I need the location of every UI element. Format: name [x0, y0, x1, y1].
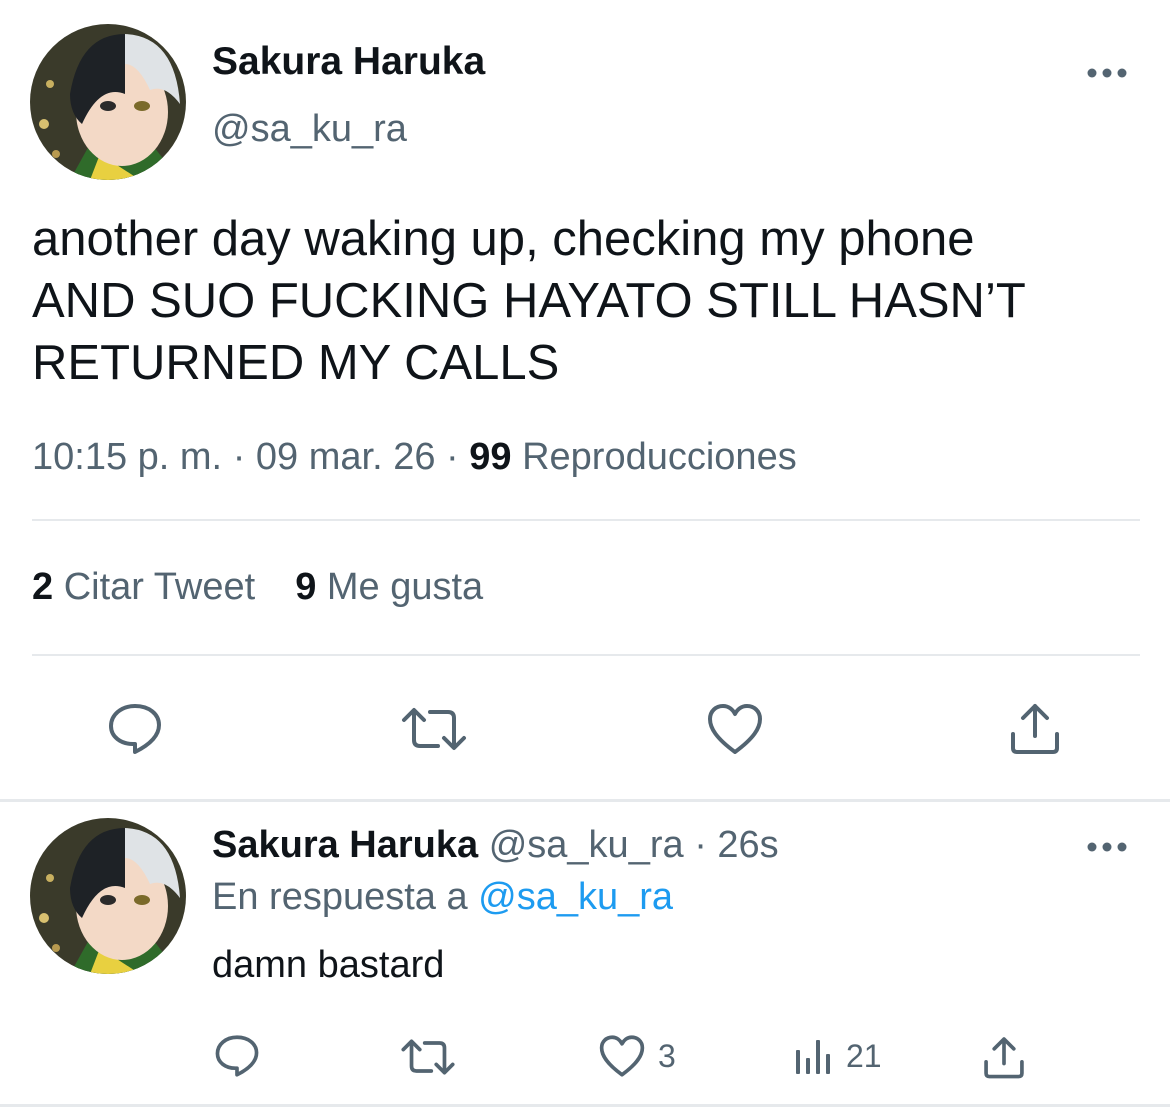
share-icon [984, 1037, 1024, 1079]
reply-button[interactable] [107, 702, 163, 756]
replying-to-label: En respuesta a [212, 876, 468, 918]
quote-label: Citar Tweet [63, 566, 256, 608]
avatar-image [30, 24, 186, 180]
reply-text: damn bastard [212, 944, 445, 986]
like-button[interactable] [706, 702, 764, 756]
share-button[interactable] [982, 1034, 1026, 1080]
tweet-date[interactable]: 09 mar. 26 [256, 436, 436, 478]
tweet-separator [0, 799, 1170, 802]
tweet-text-line: RETURNED MY CALLS [32, 336, 560, 390]
header-separator: · [694, 824, 707, 866]
tweet-stats: 2 Citar Tweet 9 Me gusta [32, 566, 483, 609]
tweet-text: another day waking up, checking my phone… [32, 208, 1152, 394]
views-label: Reproducciones [522, 436, 797, 478]
author-name[interactable]: Sakura Haruka [212, 40, 485, 84]
like-button[interactable]: 3 [598, 1034, 676, 1078]
more-icon [1087, 68, 1127, 78]
like-count: 3 [658, 1037, 676, 1074]
author-name[interactable]: Sakura Haruka [212, 824, 478, 866]
more-options-button[interactable] [1086, 840, 1128, 859]
avatar[interactable] [30, 818, 186, 974]
retweet-icon [401, 1039, 455, 1075]
views-count: 99 [469, 436, 512, 478]
more-options-button[interactable] [1086, 66, 1128, 85]
divider [32, 654, 1140, 656]
replying-to: En respuesta a @sa_ku_ra [212, 876, 673, 919]
heart-icon [599, 1035, 645, 1077]
tweet-text-line: another day waking up, checking my phone [32, 212, 975, 266]
tweet-text-line: AND SUO FUCKING HAYATO STILL HASN’T [32, 274, 1026, 328]
reply-button[interactable] [214, 1034, 260, 1078]
divider [32, 519, 1140, 521]
avatar[interactable] [30, 24, 186, 180]
avatar-image [30, 818, 186, 974]
retweet-button[interactable] [400, 706, 468, 752]
replying-to-handle[interactable]: @sa_ku_ra [478, 876, 673, 918]
heart-icon [708, 704, 762, 754]
views-icon [796, 1040, 830, 1074]
meta-separator: · [232, 436, 246, 478]
like-count: 9 [295, 566, 317, 608]
author-handle[interactable]: @sa_ku_ra [489, 824, 684, 866]
tweet-time[interactable]: 10:15 p. m. [32, 436, 222, 478]
like-label: Me gusta [326, 566, 484, 608]
quote-tweets-link[interactable]: 2 Citar Tweet [32, 566, 255, 608]
more-icon [1087, 842, 1127, 852]
retweet-icon [402, 708, 466, 750]
meta-separator: · [446, 436, 459, 478]
share-icon [1011, 704, 1059, 754]
reply-header: Sakura Haruka @sa_ku_ra · 26s [212, 824, 779, 867]
author-handle[interactable]: @sa_ku_ra [212, 108, 407, 151]
tweet-time-ago[interactable]: 26s [717, 824, 778, 866]
quote-count: 2 [32, 566, 54, 608]
views-count: 21 [846, 1037, 882, 1074]
retweet-button[interactable] [400, 1038, 456, 1076]
share-button[interactable] [1008, 700, 1062, 756]
tweet-meta: 10:15 p. m. · 09 mar. 26 · 99 Reproducci… [32, 436, 797, 479]
reply-icon [215, 1035, 259, 1077]
likes-link[interactable]: 9 Me gusta [295, 566, 483, 608]
reply-icon [109, 704, 161, 754]
views-button[interactable]: 21 [794, 1036, 882, 1076]
